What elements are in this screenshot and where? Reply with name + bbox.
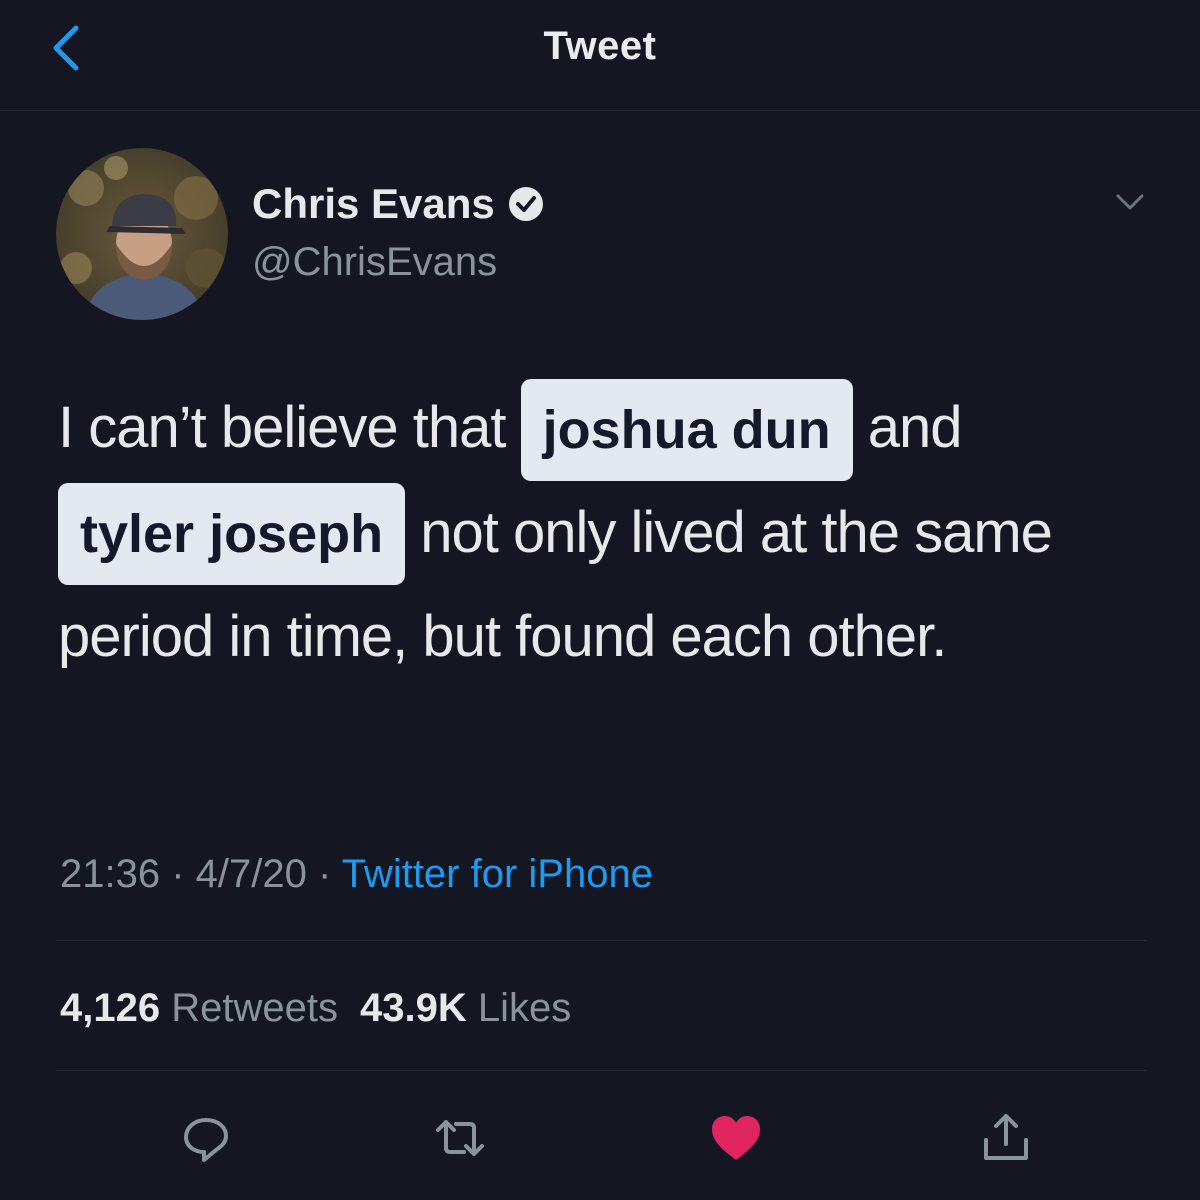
meta-separator: ·	[160, 852, 196, 896]
tweet-meta: 21:36 · 4/7/20 · Twitter for iPhone	[60, 852, 653, 897]
author-display-name-row[interactable]: Chris Evans	[252, 180, 547, 228]
retweets-count: 4,126	[60, 986, 161, 1030]
like-button[interactable]	[706, 1108, 766, 1168]
retweets-stat[interactable]: 4,126 Retweets	[60, 986, 338, 1031]
tweet-text-part: and	[852, 395, 963, 460]
chevron-down-icon	[1116, 194, 1144, 210]
tweet-stats: 4,126 Retweets 43.9K Likes	[60, 986, 571, 1031]
avatar[interactable]	[56, 148, 228, 320]
like-icon	[712, 1116, 760, 1160]
tweet-source-link[interactable]: Twitter for iPhone	[342, 852, 653, 896]
retweets-label: Retweets	[171, 986, 338, 1030]
more-options-button[interactable]	[1112, 186, 1148, 216]
likes-count: 43.9K	[359, 986, 467, 1030]
retweet-icon	[436, 1120, 484, 1156]
name-highlight-tag: tyler joseph	[58, 483, 406, 586]
author-display-name: Chris Evans	[252, 180, 495, 227]
page-title: Tweet	[543, 24, 657, 68]
name-highlight-tag: joshua dun	[520, 378, 853, 481]
divider	[56, 940, 1146, 941]
likes-stat[interactable]: 43.9K Likes	[360, 986, 571, 1031]
tweet-time: 21:36	[60, 852, 161, 896]
retweet-button[interactable]	[430, 1108, 490, 1168]
reply-icon	[184, 1118, 228, 1162]
share-icon	[984, 1114, 1028, 1160]
reply-button[interactable]	[176, 1108, 236, 1168]
tweet-text: I can’t believe that joshua dun and tyle…	[58, 378, 1118, 686]
meta-separator: ·	[306, 852, 342, 896]
top-nav-bar: Tweet	[0, 0, 1200, 111]
divider	[56, 1070, 1146, 1071]
likes-label: Likes	[477, 986, 572, 1030]
share-button[interactable]	[976, 1108, 1036, 1168]
author-handle[interactable]: @ChrisEvans	[252, 240, 497, 285]
verified-badge-icon	[508, 187, 543, 221]
tweet-text-part: I can’t believe that	[58, 395, 521, 460]
tweet-date: 4/7/20	[195, 852, 307, 896]
tweet-action-bar	[0, 1100, 1200, 1180]
